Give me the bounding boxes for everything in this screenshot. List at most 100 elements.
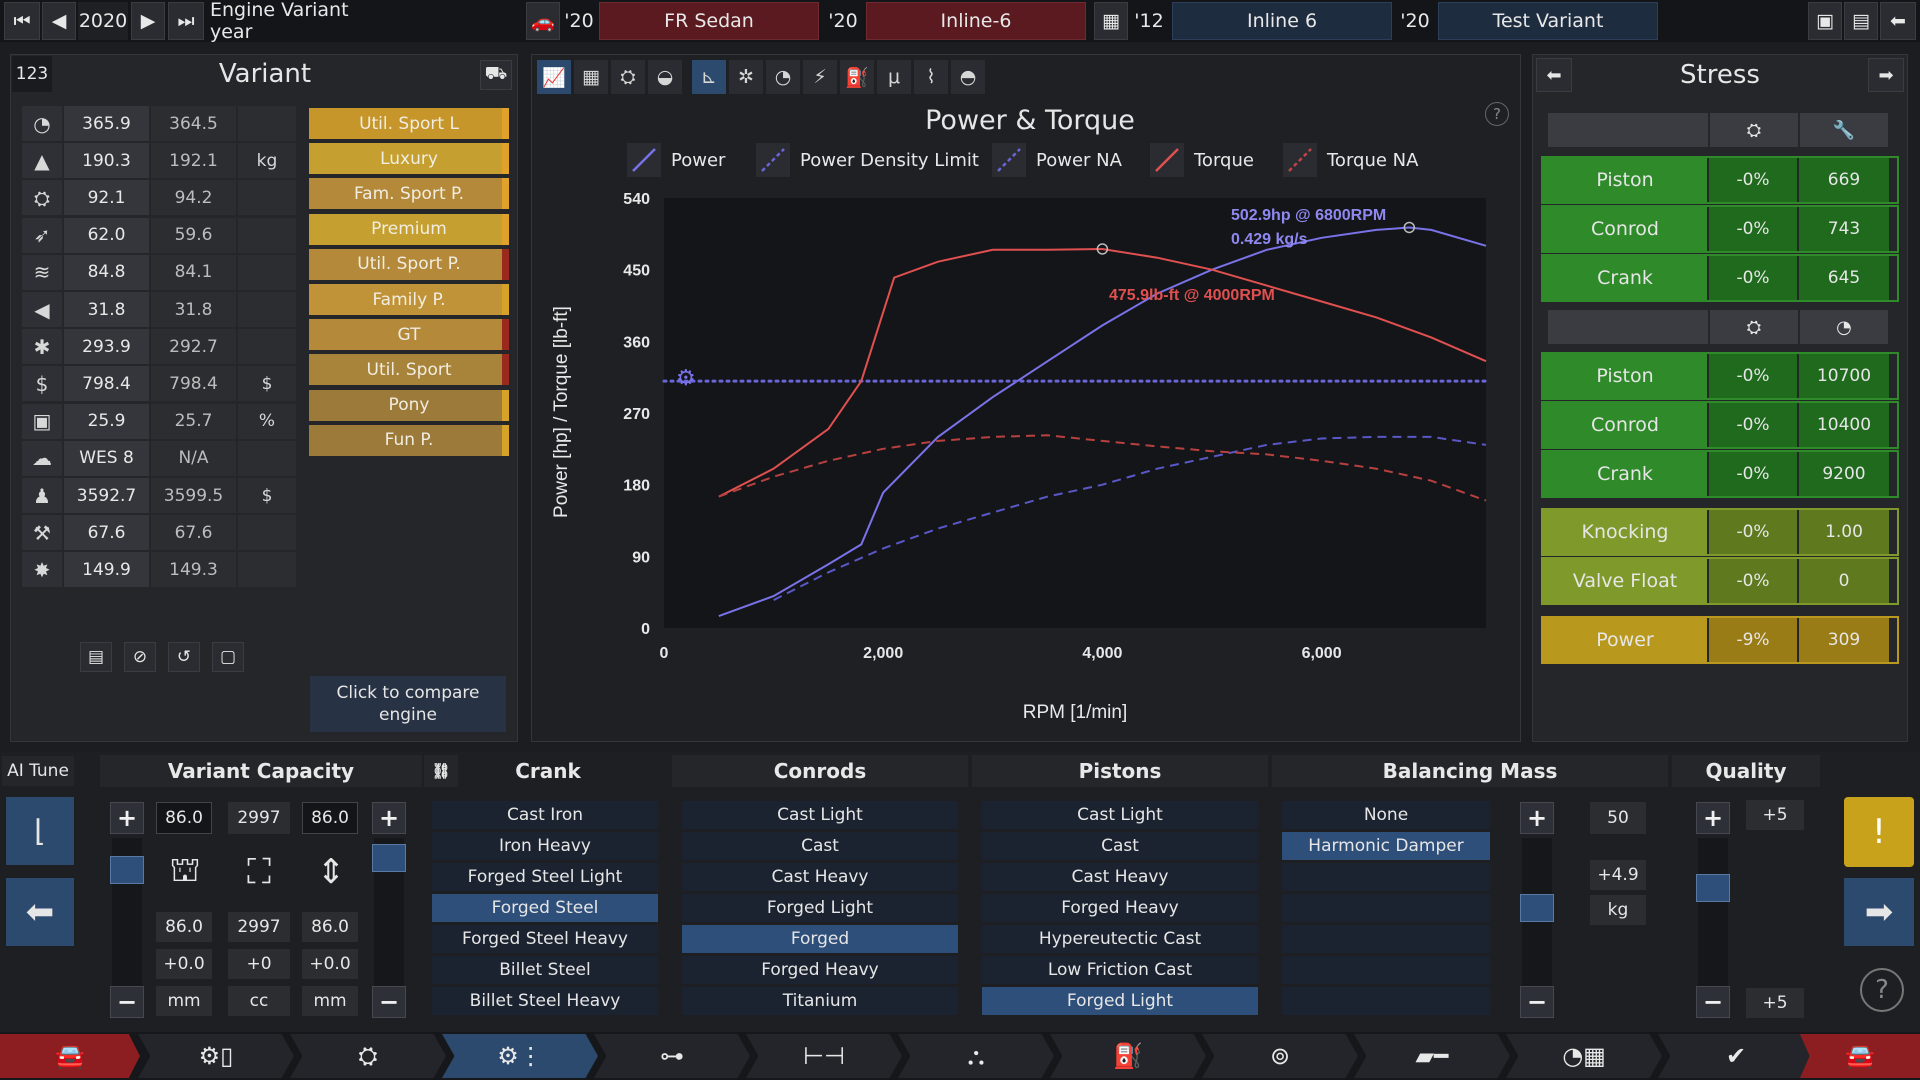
balancing-slider-thumb[interactable] bbox=[1520, 894, 1554, 922]
graph-icon[interactable]: 📈 bbox=[537, 60, 571, 94]
balancing-option[interactable]: None bbox=[1282, 801, 1490, 829]
nav-car-icon[interactable]: 🚘 bbox=[0, 1034, 140, 1078]
stroke-slider-thumb[interactable] bbox=[372, 844, 406, 872]
nav-finish-icon[interactable]: ✔ bbox=[1658, 1034, 1814, 1078]
mu-icon[interactable]: μ bbox=[877, 60, 911, 94]
category-item[interactable]: GT bbox=[309, 319, 509, 351]
crank-option[interactable]: Forged Steel Light bbox=[432, 863, 658, 891]
pistons-option[interactable]: Forged Light bbox=[982, 987, 1258, 1015]
category-item[interactable]: Util. Sport L bbox=[309, 108, 509, 139]
engine-block-icon[interactable]: ▦ bbox=[1094, 2, 1128, 40]
legend-item[interactable]: Power NA bbox=[992, 140, 1122, 180]
pistons-option[interactable]: Forged Heavy bbox=[982, 894, 1258, 922]
axis-icon[interactable]: ⊾ bbox=[692, 60, 726, 94]
pistons-option[interactable]: Cast Heavy bbox=[982, 863, 1258, 891]
back-icon[interactable]: ⬅ bbox=[1880, 2, 1916, 40]
disable-icon[interactable]: ⊘ bbox=[124, 642, 156, 672]
conrods-option[interactable]: Cast Heavy bbox=[682, 863, 958, 891]
crank-option[interactable]: Iron Heavy bbox=[432, 832, 658, 860]
trim-button[interactable]: Inline-6 bbox=[866, 2, 1086, 40]
category-item[interactable]: Family P. bbox=[309, 284, 509, 315]
gauge-icon[interactable]: ◔ bbox=[766, 60, 800, 94]
conrods-option[interactable]: Cast Light bbox=[682, 801, 958, 829]
clipboard-icon[interactable]: ▢ bbox=[212, 642, 244, 672]
undo-icon[interactable]: ↺ bbox=[168, 642, 200, 672]
balancing-slider[interactable] bbox=[1520, 838, 1554, 986]
warning-icon[interactable]: ! bbox=[1844, 797, 1914, 867]
legend-item[interactable]: Torque NA bbox=[1283, 140, 1418, 180]
bug-icon[interactable]: ✲ bbox=[729, 60, 763, 94]
help-circle-icon[interactable]: ? bbox=[1860, 968, 1904, 1012]
next-arrow-icon[interactable]: ➡ bbox=[1844, 878, 1914, 946]
category-item[interactable]: Fun P. bbox=[309, 424, 509, 456]
crank-option[interactable]: Cast Iron bbox=[432, 801, 658, 829]
balancing-option[interactable]: Harmonic Damper bbox=[1282, 832, 1490, 860]
bore-plus-button[interactable]: + bbox=[110, 802, 144, 834]
nav-car-design-icon[interactable]: 🚘 bbox=[1800, 1034, 1920, 1078]
legend-item[interactable]: Power bbox=[627, 140, 725, 180]
help-icon[interactable]: ? bbox=[1485, 102, 1509, 126]
balancing-minus-button[interactable]: − bbox=[1520, 986, 1554, 1018]
crank-option[interactable]: Forged Steel Heavy bbox=[432, 925, 658, 953]
bore-slider-thumb[interactable] bbox=[110, 856, 144, 884]
conrods-option[interactable]: Cast bbox=[682, 832, 958, 860]
pistons-option[interactable]: Low Friction Cast bbox=[982, 956, 1258, 984]
first-year-icon[interactable]: ⏮ bbox=[4, 2, 40, 40]
nav-turbo-icon[interactable]: ⛬ bbox=[898, 1034, 1054, 1078]
conrods-option[interactable]: Forged Heavy bbox=[682, 956, 958, 984]
ai-tune-back-icon[interactable]: ⬅ bbox=[6, 878, 74, 946]
engine-icon[interactable]: ⛭ bbox=[611, 60, 645, 94]
nav-engine-family-icon[interactable]: ⚙▯ bbox=[138, 1034, 294, 1078]
notes-icon[interactable]: ▤ bbox=[80, 642, 112, 672]
nav-exhaust-icon[interactable]: ⊚ bbox=[1202, 1034, 1358, 1078]
quality-slider-thumb[interactable] bbox=[1696, 874, 1730, 902]
conrods-option[interactable]: Forged bbox=[682, 925, 958, 953]
speedometer-icon[interactable]: ◓ bbox=[951, 60, 985, 94]
grid-icon[interactable]: ▦ bbox=[574, 60, 608, 94]
fuel-icon[interactable]: ⛽ bbox=[840, 60, 874, 94]
spark-icon[interactable]: ⚡ bbox=[803, 60, 837, 94]
conrods-option[interactable]: Titanium bbox=[682, 987, 958, 1015]
stroke-minus-button[interactable]: − bbox=[372, 986, 406, 1018]
compare-engine-button[interactable]: Click to compare engine bbox=[310, 676, 506, 732]
crank-option[interactable]: Billet Steel Heavy bbox=[432, 987, 658, 1015]
crank-option[interactable]: Billet Steel bbox=[432, 956, 658, 984]
nav-engine-block-icon[interactable]: ⛭ bbox=[290, 1034, 446, 1078]
nav-top-end-icon[interactable]: ⊶ bbox=[594, 1034, 750, 1078]
last-year-icon[interactable]: ⏭ bbox=[168, 2, 204, 40]
bore-slider[interactable] bbox=[110, 838, 144, 986]
nav-cam-icon[interactable]: ⊢⊣ bbox=[746, 1034, 902, 1078]
quality-plus-button[interactable]: + bbox=[1696, 802, 1730, 834]
nav-test-icon[interactable]: ◔▦ bbox=[1506, 1034, 1662, 1078]
bore-input[interactable]: 86.0 bbox=[156, 802, 212, 834]
category-item[interactable]: Luxury bbox=[309, 143, 509, 175]
quality-slider[interactable] bbox=[1696, 838, 1730, 986]
pistons-option[interactable]: Cast bbox=[982, 832, 1258, 860]
stress-next-icon[interactable]: ➡ bbox=[1868, 58, 1904, 92]
nav-fuel-icon[interactable]: ⛽ bbox=[1050, 1034, 1206, 1078]
stroke-slider[interactable] bbox=[372, 838, 406, 986]
crank-option[interactable]: Forged Steel bbox=[432, 894, 658, 922]
category-item[interactable]: Util. Sport P. bbox=[309, 248, 509, 280]
stroke-input[interactable]: 86.0 bbox=[302, 802, 358, 834]
engine-family-button[interactable]: Inline 6 bbox=[1172, 2, 1392, 40]
car-icon[interactable]: 🚗 bbox=[526, 2, 560, 40]
next-year-icon[interactable]: ▶ bbox=[131, 2, 165, 40]
category-item[interactable]: Util. Sport bbox=[309, 354, 509, 386]
bore-minus-button[interactable]: − bbox=[110, 986, 144, 1018]
balancing-plus-button[interactable]: + bbox=[1520, 802, 1554, 834]
grid-icon[interactable]: ▤ bbox=[1844, 2, 1878, 40]
ai-tune-graph-icon[interactable]: ⌊ bbox=[6, 797, 74, 865]
pistons-option[interactable]: Cast Light bbox=[982, 801, 1258, 829]
legend-item[interactable]: Power Density Limit bbox=[756, 140, 979, 180]
curve-icon[interactable]: ⌇ bbox=[914, 60, 948, 94]
pistons-option[interactable]: Hypereutectic Cast bbox=[982, 925, 1258, 953]
truck-icon[interactable]: ⛟ bbox=[480, 60, 512, 90]
category-item[interactable]: Pony bbox=[309, 389, 509, 421]
camera-icon[interactable]: ▣ bbox=[1808, 2, 1842, 40]
category-item[interactable]: Fam. Sport P. bbox=[309, 178, 509, 210]
quality-minus-button[interactable]: − bbox=[1696, 986, 1730, 1018]
nav-bottom-end-icon[interactable]: ⚙⋮ bbox=[442, 1034, 598, 1078]
model-button[interactable]: FR Sedan bbox=[599, 2, 819, 40]
stroke-plus-button[interactable]: + bbox=[372, 802, 406, 834]
